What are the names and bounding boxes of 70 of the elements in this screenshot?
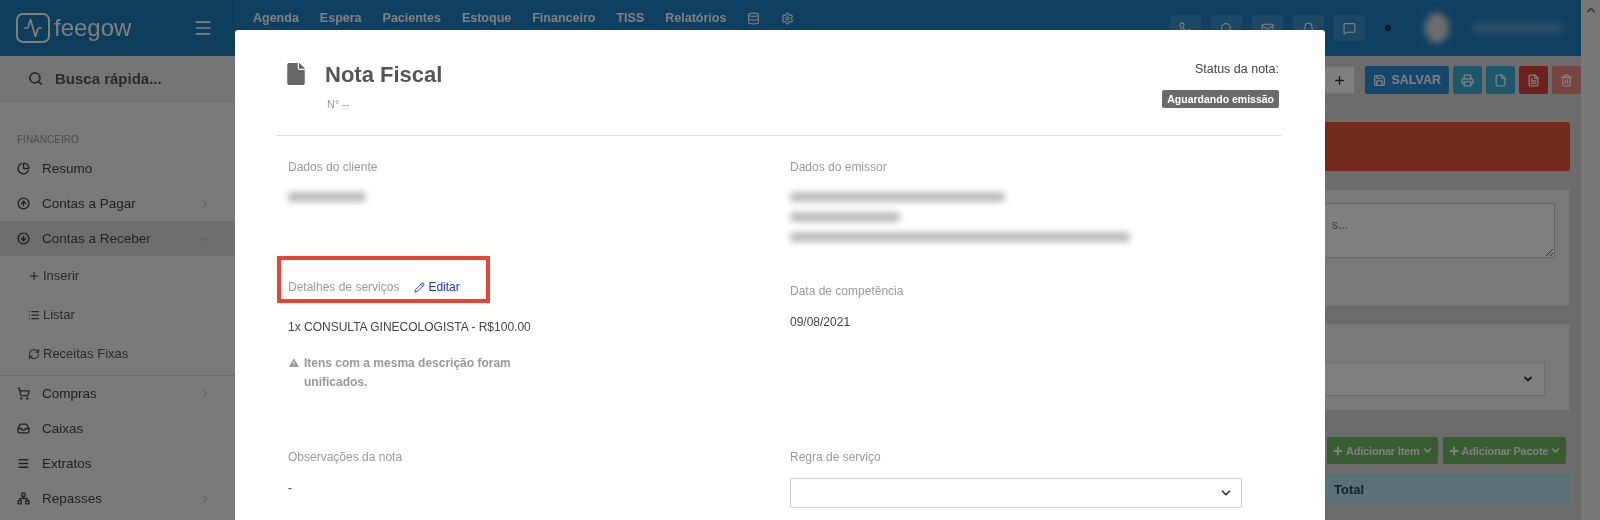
search-icon [28,71,43,86]
chat-button[interactable] [1334,15,1365,41]
invoice-number: N° -- [327,98,351,110]
sidebar-item[interactable]: Caixas [0,411,235,446]
logo-text: feegow [54,14,132,42]
pie-chart-icon [17,162,30,175]
settings-icon[interactable] [781,11,795,25]
cart-icon [17,387,30,400]
sidebar-item[interactable]: Contas a Pagar [0,186,235,221]
database-icon[interactable] [747,11,761,25]
save-button[interactable]: SALVAR [1365,66,1449,94]
menu-icon[interactable] [193,18,213,38]
printer-icon [1461,73,1474,87]
nav-link[interactable]: Estoque [461,11,512,25]
chat-icon [1343,21,1356,35]
logo[interactable]: feegow [16,13,132,43]
add-button[interactable]: Adicionar Item [1327,437,1438,464]
warning-icon [288,357,300,369]
sidebar-subitem[interactable]: Listar [0,295,235,334]
warning-note: Itens com a mesma descrição foram unificados. [304,355,512,391]
refresh-icon [28,347,40,360]
sidebar-subitem[interactable]: Inserir [0,256,235,295]
caret-icon [1550,445,1562,456]
nav-link[interactable]: Agenda [253,11,299,25]
field-label: Observações da nota [288,450,403,464]
list-icon [28,308,40,321]
sidebar-item[interactable]: Repasses [0,481,235,516]
edit-link[interactable]: Editar [414,280,460,294]
avatar[interactable] [1425,13,1449,43]
service-line: 1x CONSULTA GINECOLOGISTA - R$100.00 [288,320,531,334]
nav-link[interactable]: Relatórios [665,11,727,25]
date-value: 09/08/2021 [790,315,851,329]
hierarchy-icon [17,492,30,505]
nav-link[interactable]: Espera [319,11,362,25]
nav-link[interactable]: TISS [616,11,645,25]
pencil-icon [414,281,426,293]
inbox-icon [17,422,30,435]
plus-icon [1332,444,1344,457]
field-label: Regra de serviço [790,450,881,464]
up-arrow-circle-icon [17,197,30,210]
notes-value: - [288,481,292,495]
nav-link[interactable]: Pacientes [382,11,441,25]
trash-icon [1560,73,1573,87]
caret-icon [1421,445,1433,456]
toolbar-button[interactable] [1324,66,1356,94]
down-arrow-circle-icon [17,232,30,245]
modal-title: Nota Fiscal [325,62,443,88]
status-label: Status da nota: [1194,62,1279,76]
nav-link[interactable]: Financeiro [532,11,596,25]
document-icon [1494,73,1507,87]
plus-icon [28,269,40,282]
sidebar-subitem[interactable]: Receitas Fixas [0,334,235,373]
sidebar-item[interactable]: Compras [0,376,235,411]
pulse-icon [16,13,50,43]
sidebar-item[interactable]: Resumo [0,151,235,186]
select-field[interactable] [790,478,1242,508]
add-button[interactable]: Adicionar Pacote [1442,437,1567,464]
sidebar-item[interactable]: Extratos [0,446,235,481]
plus-icon [1447,444,1460,457]
lines-icon [17,457,30,470]
status-badge: Aguardando emissão [1162,90,1279,108]
field-label: Detalhes de serviços [288,280,400,294]
search-field[interactable]: Busca rápida... [0,56,235,102]
status-dot [1385,25,1391,31]
field-label: Dados do cliente [288,160,378,174]
plus-icon [1333,73,1347,87]
document-icon [1527,73,1540,87]
sidebar-item[interactable]: Contas a Receber [0,221,235,256]
field-label: Data de competência [790,284,904,298]
field-label: Dados do emissor [790,160,887,174]
